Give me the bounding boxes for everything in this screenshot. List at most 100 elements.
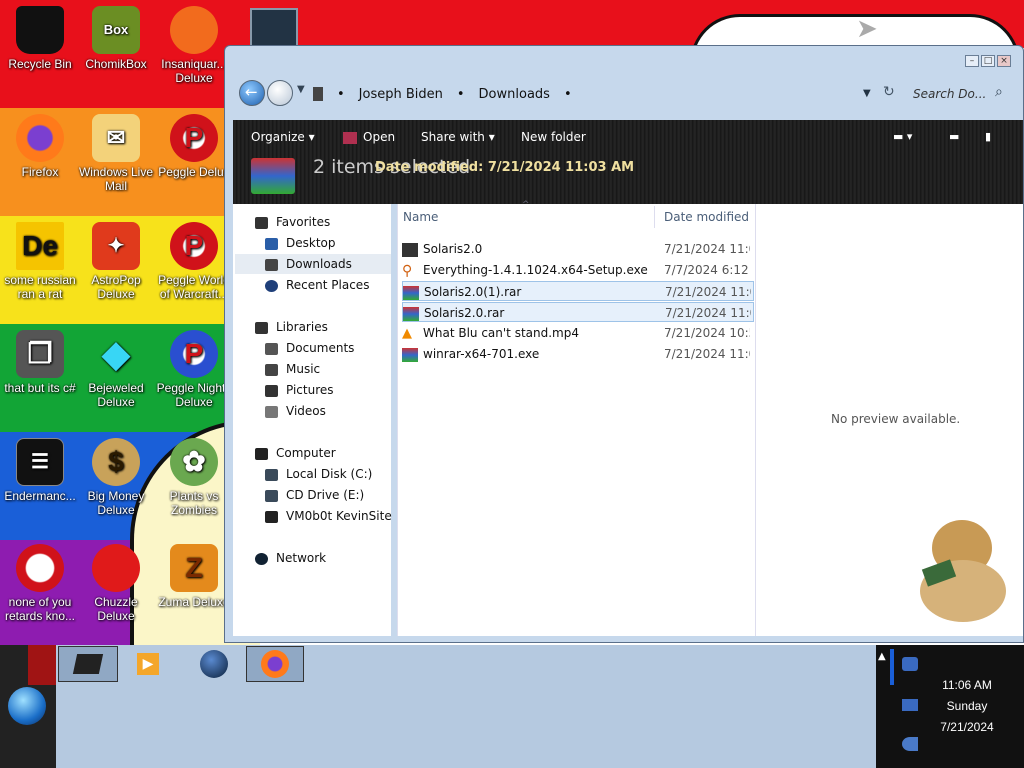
nav-label: Recent Places (286, 278, 370, 292)
action-center-icon[interactable] (902, 657, 918, 671)
desktop-icon-label: Windows Live Mail (78, 165, 154, 193)
desktop-icon-insaniquarium[interactable]: Insaniquar... Deluxe (154, 6, 234, 85)
recent-pages-chevron-icon[interactable]: ▼ (297, 84, 305, 95)
file-row[interactable]: ▲ What Blu can't stand.mp4 7/21/2024 10:54 (402, 323, 754, 343)
desktop-icon-none-of-you[interactable]: none of you retards kno... (0, 544, 80, 623)
nav-videos[interactable]: Videos (265, 401, 326, 421)
close-button[interactable]: × (997, 55, 1011, 67)
taskbar-button-firefox[interactable] (246, 646, 304, 682)
taskbar-button-explorer[interactable] (58, 646, 118, 682)
nav-desktop[interactable]: Desktop (265, 233, 336, 253)
breadcrumb-separator-icon: • (337, 86, 345, 102)
desktop-icon-windows-live-mail[interactable]: ✉ Windows Live Mail (76, 114, 156, 193)
taskbar-button-media-player[interactable]: ▶ (132, 646, 164, 682)
recent-places-icon (265, 279, 278, 292)
back-arrow-icon: ← (245, 83, 258, 101)
breadcrumb-item-downloads[interactable]: Downloads (479, 87, 550, 102)
back-button[interactable]: ← (239, 80, 265, 106)
monitor-icon[interactable] (250, 8, 298, 48)
desktop-icon-zuma[interactable]: Z Zuma Deluxe (154, 544, 234, 609)
file-row-selected[interactable]: Solaris2.0(1).rar 7/21/2024 11:03 (402, 281, 754, 301)
share-with-button[interactable]: Share with ▾ (421, 128, 495, 146)
desktop-icon-bejeweled[interactable]: ◆ Bejeweled Deluxe (76, 330, 156, 410)
view-options-icon[interactable]: ▬ ▾ (893, 128, 912, 146)
desktop-icon-that-but-its-csharp[interactable]: ❐ that but its c# (0, 330, 80, 395)
winrar-icon (402, 347, 418, 362)
dinosaur-icon (16, 544, 64, 592)
file-list: ^ Name Date modified Solaris2.0 7/21/2024… (397, 200, 755, 636)
file-date: 7/21/2024 11:03 (665, 285, 751, 299)
address-dropdown-icon[interactable]: ▼ (863, 88, 871, 99)
chevron-up-icon[interactable]: ▲ (878, 651, 886, 662)
firefox-icon (261, 650, 289, 678)
nav-downloads[interactable]: Downloads (235, 254, 391, 274)
file-row[interactable]: winrar-x64-701.exe 7/21/2024 11:00 (402, 344, 754, 364)
winrar-icon (343, 131, 357, 144)
desktop-icon-endermanc[interactable]: ☰ Endermanc... (0, 438, 80, 503)
desktop-icon-peggle-wow[interactable]: P Peggle World of Warcraft... (154, 222, 234, 301)
refresh-icon[interactable]: ↻ (883, 84, 895, 100)
file-row[interactable]: ⚲ Everything-1.4.1.1024.x64-Setup.exe 7/7/… (402, 260, 754, 280)
star-icon (255, 216, 268, 229)
desktop-icon-label: none of you retards kno... (4, 595, 76, 623)
nav-libraries[interactable]: Libraries (255, 317, 328, 337)
show-hidden-icons-bar[interactable] (890, 649, 894, 685)
breadcrumb-item-user[interactable]: Joseph Biden (359, 87, 443, 102)
desktop-icon-peggle-nights[interactable]: P Peggle Nights Deluxe (154, 330, 234, 409)
nav-label: Favorites (276, 215, 331, 229)
taskbar-button-network[interactable] (196, 646, 232, 682)
system-clock[interactable]: 11:06 AM Sunday 7/21/2024 (934, 675, 1000, 738)
documents-icon (265, 342, 278, 355)
desktop-icon-firefox[interactable]: Firefox (0, 114, 80, 179)
nav-computer[interactable]: Computer (255, 443, 336, 463)
file-date: 7/21/2024 10:54 (664, 326, 750, 340)
desktop-icon-big-money[interactable]: $ Big Money Deluxe (76, 438, 156, 517)
nav-pictures[interactable]: Pictures (265, 380, 334, 400)
nav-documents[interactable]: Documents (265, 338, 354, 358)
start-button[interactable] (8, 687, 46, 725)
organize-button[interactable]: Organize ▾ (251, 128, 315, 146)
nav-network[interactable]: Network (255, 548, 326, 568)
maximize-button[interactable]: □ (981, 55, 995, 67)
preview-pane-icon[interactable]: ▬ (949, 128, 959, 146)
console-icon: ☰ (16, 438, 64, 486)
help-icon[interactable]: ▮ (985, 128, 991, 146)
nav-network-drive[interactable]: VM0b0t KevinSite (265, 506, 392, 526)
nav-cd-drive[interactable]: CD Drive (E:) (265, 485, 364, 505)
nav-favorites[interactable]: Favorites (255, 212, 330, 232)
desktop-icon-label: Insaniquar... Deluxe (161, 57, 227, 85)
breadcrumb[interactable]: • Joseph Biden • Downloads • (313, 84, 572, 104)
new-folder-button[interactable]: New folder (521, 128, 586, 146)
nav-music[interactable]: Music (265, 359, 320, 379)
desktop-icon-chuzzle[interactable]: Chuzzle Deluxe (76, 544, 156, 623)
file-row[interactable]: Solaris2.0 7/21/2024 11:02 (402, 239, 754, 259)
network-tray-icon[interactable] (902, 699, 918, 711)
peggle-icon: P (170, 222, 218, 270)
column-header-date-modified[interactable]: Date modified (664, 210, 749, 224)
nav-local-disk[interactable]: Local Disk (C:) (265, 464, 372, 484)
nav-label: Network (276, 551, 327, 565)
desktop-icon-chomikbox[interactable]: Box ChomikBox (76, 6, 156, 71)
volume-icon[interactable] (902, 737, 918, 751)
desktop-icon-label: Recycle Bin (8, 57, 72, 71)
file-name: winrar-x64-701.exe (423, 347, 540, 361)
desktop-icon-astropop[interactable]: ✦ AstroPop Deluxe (76, 222, 156, 301)
desktop-icon (265, 237, 278, 250)
network-drive-icon (265, 510, 278, 523)
column-header-name[interactable]: Name (403, 210, 438, 224)
de-icon: De (16, 222, 64, 270)
desktop-icon-recycle-bin[interactable]: Recycle Bin (0, 6, 80, 71)
open-button[interactable]: Open (343, 128, 395, 146)
minimize-button[interactable]: – (965, 55, 979, 67)
vlc-icon: ▲ (402, 325, 412, 341)
sort-arrow-icon: ^ (522, 200, 530, 210)
file-row-selected[interactable]: Solaris2.0.rar 7/21/2024 11:01 (402, 302, 754, 322)
nav-recent-places[interactable]: Recent Places (265, 275, 369, 295)
desktop-icon-peggle-deluxe[interactable]: P Peggle Delux (154, 114, 234, 179)
title-bar[interactable]: – □ × (225, 46, 1023, 74)
desktop-icon-some-russian[interactable]: De some russian ran a rat (0, 222, 80, 301)
forward-button[interactable] (267, 80, 293, 106)
desktop-icon-plants-vs-zombies[interactable]: ✿ Plants vs Zombies (154, 438, 234, 517)
search-icon[interactable]: ⌕ (995, 84, 1003, 100)
wallpaper-red-stripe (28, 645, 56, 685)
